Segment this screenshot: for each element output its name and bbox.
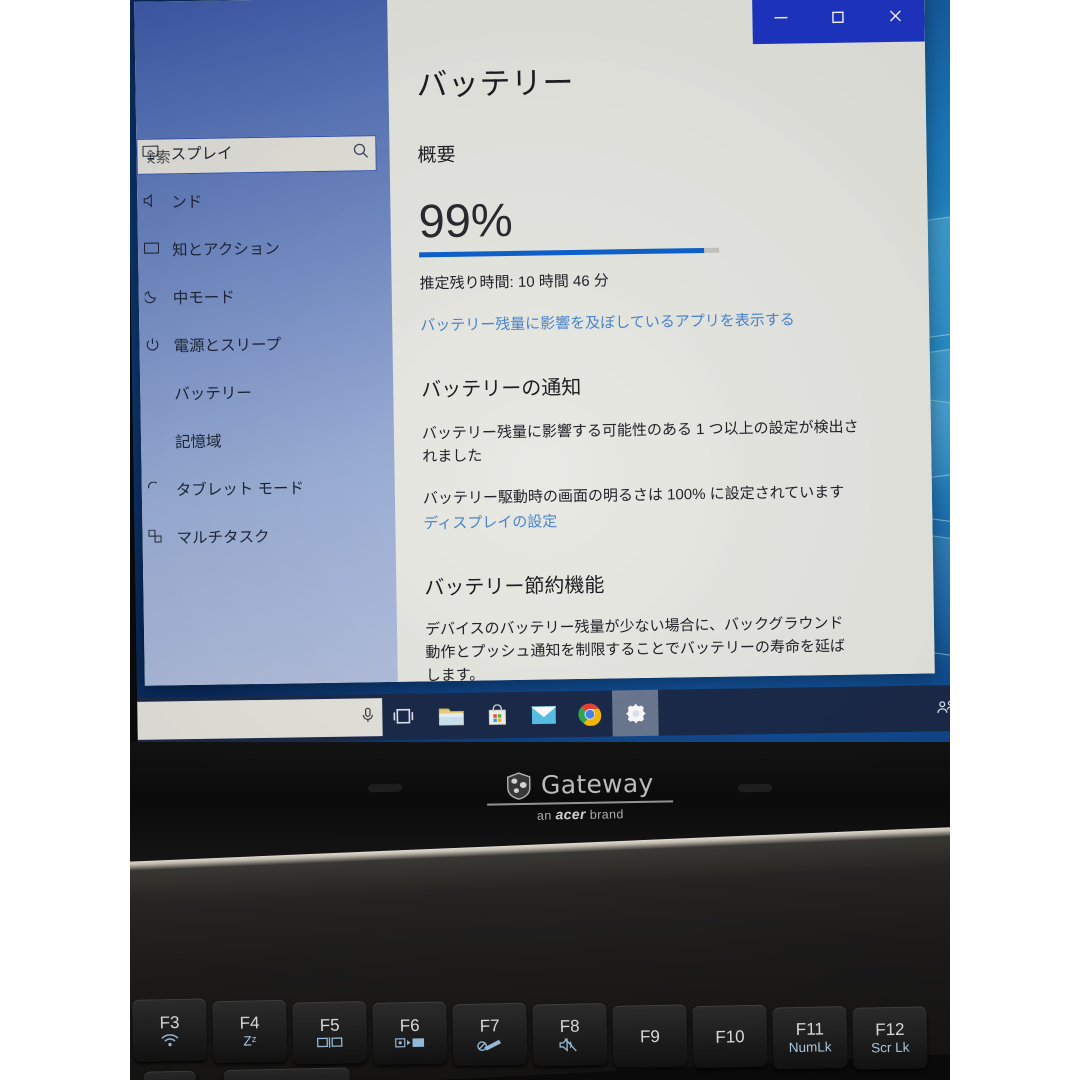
brand-badge: Gateway an acer brand: [470, 768, 691, 823]
key-label: F5: [319, 1015, 340, 1035]
key-f8[interactable]: F8: [532, 1002, 608, 1067]
sidebar-item-label: 中モード: [172, 289, 235, 308]
key-label: F12: [875, 1019, 905, 1040]
sleep-z-icon: Zᶻ: [243, 1033, 257, 1049]
page-title: バッテリー: [416, 64, 575, 103]
battery-saver-heading: バッテリー節約機能: [424, 574, 605, 600]
battery-saver-description: デバイスのバッテリー残量が少ない場合に、バックグラウンド動作とプッシュ通知を制限…: [424, 614, 846, 685]
maximize-button[interactable]: [814, 0, 863, 43]
key-f12[interactable]: F12 Scr Lk: [852, 1006, 928, 1070]
key-f5[interactable]: F5: [292, 1001, 368, 1065]
taskbar-item-settings[interactable]: [611, 689, 659, 737]
settings-content: バッテリー 概要 99% 推定残り時間: 10 時間 46 分 バッテリー残量に…: [387, 0, 935, 685]
notification-icon: [143, 241, 170, 258]
close-button[interactable]: [871, 0, 920, 42]
key-label: F3: [159, 1012, 180, 1032]
sidebar-item-multitasking[interactable]: マルチタスク: [142, 510, 396, 562]
taskbar-search-box[interactable]: 検索: [137, 698, 383, 740]
minimize-button[interactable]: [757, 0, 806, 44]
sound-icon: [143, 193, 169, 210]
brand-sub-suffix: brand: [589, 806, 624, 822]
taskbar-item-task-view[interactable]: [382, 693, 429, 740]
taskbar-item-chrome[interactable]: [566, 690, 613, 737]
key-f4[interactable]: F4 Zᶻ: [212, 999, 288, 1064]
people-share-icon: [937, 700, 950, 713]
sidebar-item-label: 記憶域: [174, 433, 222, 452]
settings-sidebar: 設定の検索 スプレイ ンド 知とアクション 中モード 電源とスリープ バッテリー…: [134, 0, 398, 686]
taskbar-item-microsoft-store[interactable]: [474, 692, 521, 739]
overview-label: 概要: [417, 144, 456, 167]
key-f7[interactable]: F7: [452, 1002, 528, 1067]
key-row2-middle[interactable]: [223, 1067, 351, 1080]
key-label: F7: [479, 1016, 500, 1036]
sidebar-item-label: タブレット モード: [175, 480, 305, 500]
key-label: F11: [795, 1019, 825, 1040]
notification-heading: バッテリーの通知: [421, 376, 582, 402]
mute-icon: [559, 1037, 581, 1052]
key-label: F6: [399, 1015, 420, 1036]
focus-icon: [144, 289, 171, 306]
key-f9[interactable]: F9: [612, 1004, 688, 1068]
sidebar-item-display[interactable]: スプレイ: [136, 126, 390, 178]
taskbar-item-file-explorer[interactable]: [428, 693, 475, 740]
battery-progress-fill: [419, 247, 705, 258]
brightness-icon: [395, 1037, 425, 1050]
microphone-icon[interactable]: [361, 707, 374, 727]
notification-body: バッテリー残量に影響する可能性のある 1 つ以上の設定が検出されました: [421, 418, 859, 466]
key-row2-left[interactable]: [143, 1070, 197, 1080]
acer-wordmark: acer: [555, 805, 587, 822]
keyboard-function-row: F3 F4 Zᶻ F5 F6 F7 F8 F9 F10 F11 NumLk F1…: [130, 979, 950, 1080]
system-tray[interactable]: [936, 700, 950, 717]
battery-percent: 99%: [418, 192, 514, 248]
multitask-icon: [148, 529, 174, 545]
tablet-icon: [148, 481, 174, 497]
time-remaining-label: 推定残り時間: 10 時間 46 分: [419, 272, 609, 293]
sidebar-item-notifications[interactable]: 知とアクション: [138, 222, 392, 274]
numlock-label: NumLk: [788, 1039, 832, 1056]
laptop-photo: 設定の検索 スプレイ ンド 知とアクション 中モード 電源とスリープ バッテリー…: [130, 0, 950, 1080]
key-label: F9: [639, 1026, 661, 1046]
settings-window: 設定の検索 スプレイ ンド 知とアクション 中モード 電源とスリープ バッテリー…: [134, 0, 935, 686]
battery-usage-apps-link[interactable]: バッテリー残量に影響を及ぼしているアプリを表示する: [420, 306, 929, 335]
display-icon: [142, 144, 168, 162]
sidebar-item-label: スプレイ: [170, 145, 233, 164]
key-f3[interactable]: F3: [132, 998, 208, 1062]
power-icon: [145, 337, 171, 354]
wifi-icon: [160, 1033, 180, 1046]
sidebar-item-focus-assist[interactable]: 中モード: [138, 270, 392, 322]
brand-subtitle: an acer brand: [470, 804, 690, 824]
display-switch-icon: [316, 1037, 343, 1050]
key-label: F4: [239, 1013, 260, 1033]
taskbar-search-text: 検索: [147, 709, 361, 729]
sidebar-item-label: ンド: [171, 193, 203, 212]
gateway-cow-shield-icon: [507, 771, 531, 800]
key-label: F10: [715, 1026, 745, 1047]
touchpad-off-icon: [477, 1037, 503, 1052]
taskbar-item-mail[interactable]: [520, 691, 567, 738]
sidebar-item-label: マルチタスク: [176, 528, 270, 548]
sidebar-item-tablet-mode[interactable]: タブレット モード: [141, 462, 395, 514]
brand-name: Gateway: [540, 768, 654, 800]
sidebar-item-label: 電源とスリープ: [173, 336, 282, 356]
sidebar-item-power-sleep[interactable]: 電源とスリープ: [139, 318, 393, 370]
brand-sub-prefix: an: [536, 807, 552, 823]
key-f6[interactable]: F6: [372, 1001, 448, 1065]
key-label: F8: [559, 1016, 580, 1036]
sidebar-item-battery[interactable]: バッテリー: [140, 366, 394, 418]
sidebar-item-sound[interactable]: ンド: [137, 174, 391, 226]
sidebar-item-storage[interactable]: 記憶域: [141, 414, 395, 466]
key-f11[interactable]: F11 NumLk: [772, 1005, 848, 1070]
sidebar-item-label: バッテリー: [174, 385, 252, 404]
scrolllock-label: Scr Lk: [870, 1039, 910, 1056]
window-controls: [752, 0, 925, 45]
battery-progress-bar: [419, 247, 720, 258]
key-f10[interactable]: F10: [692, 1004, 768, 1069]
laptop-screen: 設定の検索 スプレイ ンド 知とアクション 中モード 電源とスリープ バッテリー…: [130, 0, 950, 756]
sidebar-item-label: 知とアクション: [171, 240, 280, 260]
